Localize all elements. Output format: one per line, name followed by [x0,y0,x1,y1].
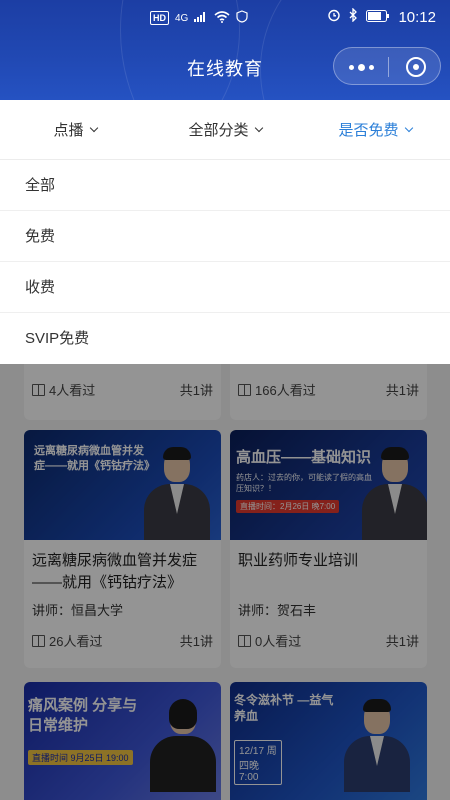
shield-icon [236,10,248,26]
filter-label: 点播 [53,122,84,139]
app-header: HD 4G 10:12 在线教育 [0,0,450,100]
dropdown-option-free[interactable]: 免费 [0,211,450,262]
network-type: 4G [175,12,189,24]
mini-program-capsule [333,47,441,85]
battery-icon [366,9,390,26]
bluetooth-icon [349,7,358,26]
clock-time: 10:12 [398,8,436,26]
dropdown-option-svip-free[interactable]: SVIP免费 [0,313,450,364]
filter-label: 是否免费 [338,122,399,139]
status-bar: HD 4G 10:12 [0,0,450,36]
filter-label: 全部分类 [188,122,249,139]
wifi-icon [214,10,230,26]
free-filter-dropdown: 全部 免费 收费 SVIP免费 [0,160,450,364]
dropdown-option-paid[interactable]: 收费 [0,262,450,313]
signal-icon [194,11,208,25]
more-icon[interactable] [334,48,388,86]
close-target-icon[interactable] [389,48,442,86]
chevron-down-icon [89,123,98,132]
hd-badge: HD [150,11,169,25]
chevron-down-icon [254,123,263,132]
chevron-down-icon [404,123,413,132]
filter-tab-category[interactable]: 全部分类 [150,100,300,159]
filter-bar: 点播 全部分类 是否免费 [0,100,450,160]
filter-tab-vod[interactable]: 点播 [0,100,150,159]
filter-tab-free[interactable]: 是否免费 [300,100,450,159]
dropdown-option-all[interactable]: 全部 [0,160,450,211]
alarm-icon [327,8,341,26]
